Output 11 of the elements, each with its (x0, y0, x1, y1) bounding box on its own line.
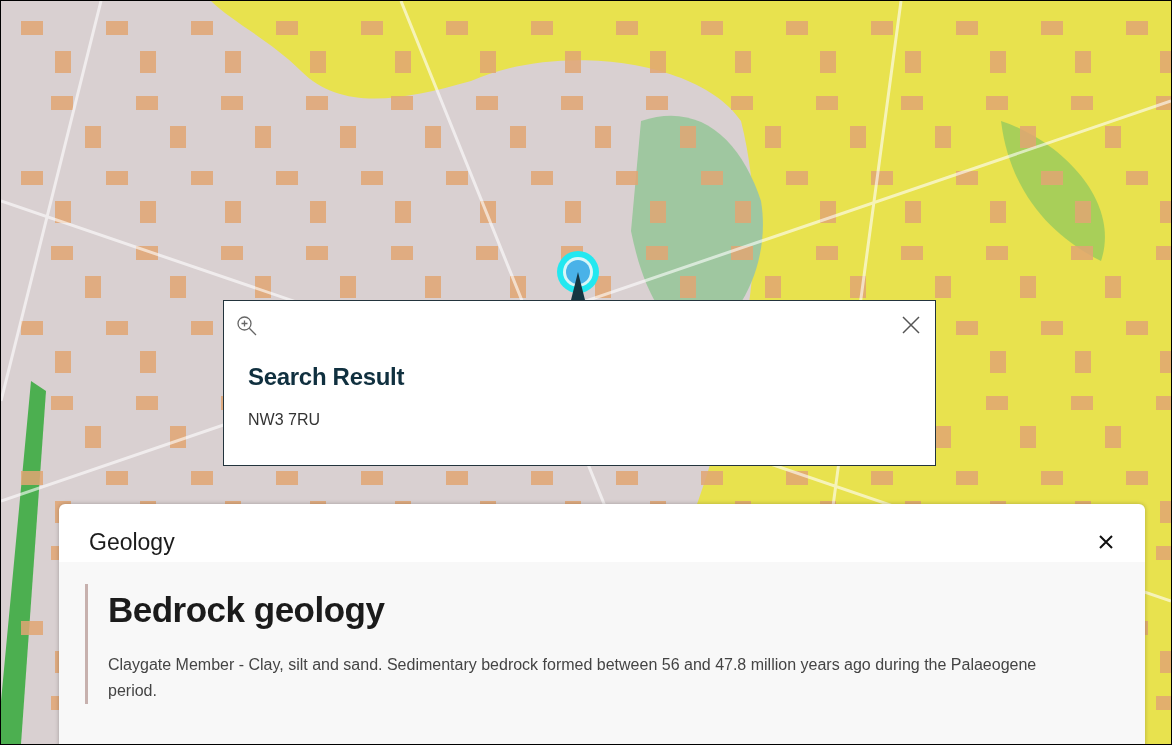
close-icon (1099, 535, 1113, 549)
section-description: Claygate Member - Clay, silt and sand. Sedimentary bedrock formed between 56 and 47.8 million years ago during the Palaeogene period. (108, 655, 1038, 701)
panel-title: Geology (89, 528, 175, 556)
popup-title: Search Result (248, 363, 406, 391)
location-marker-icon (555, 250, 601, 300)
close-button[interactable] (1099, 535, 1113, 549)
close-icon (901, 315, 921, 335)
search-result-text: NW3 7RU (248, 411, 321, 429)
zoom-in-icon (236, 315, 258, 337)
section-heading: Bedrock geology (108, 590, 386, 630)
zoom-in-button[interactable] (236, 315, 258, 337)
